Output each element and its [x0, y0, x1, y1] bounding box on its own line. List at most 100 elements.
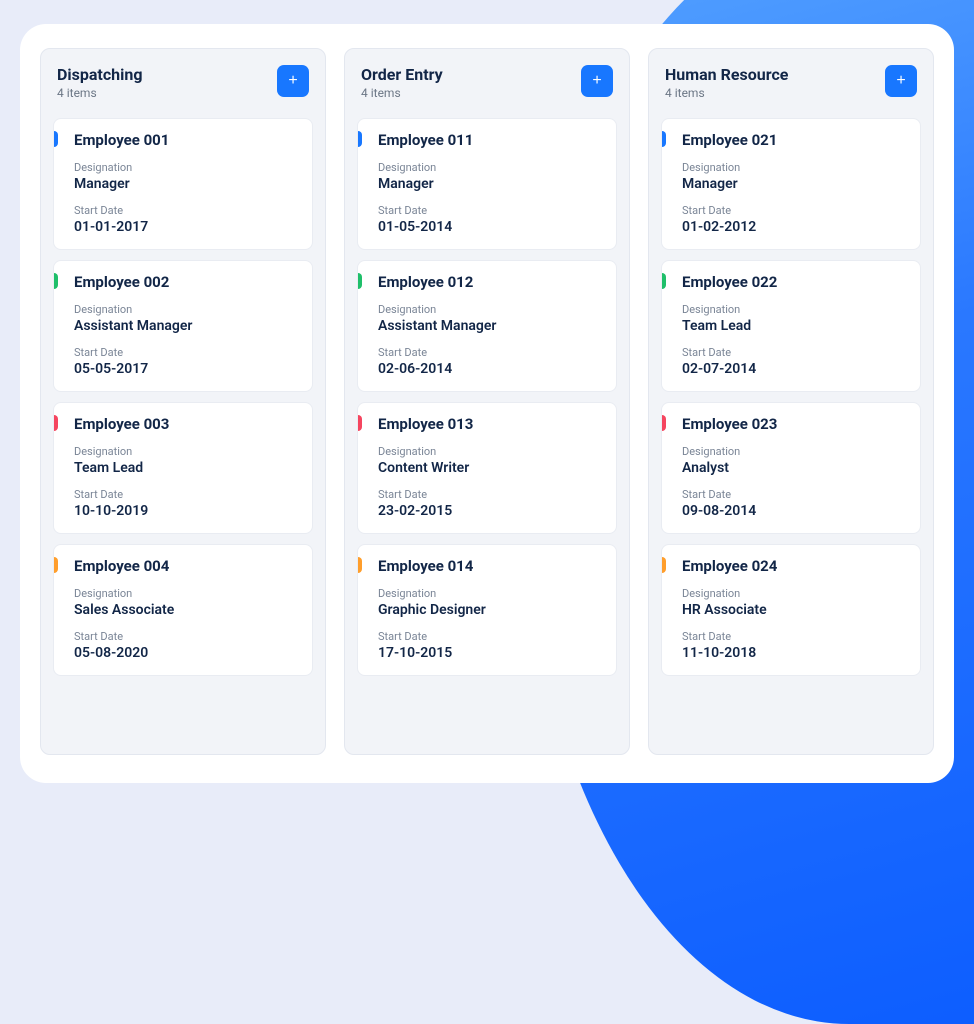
- start-date-value: 23-02-2015: [378, 503, 602, 519]
- employee-card[interactable]: Employee 022 Designation Team Lead Start Da…: [661, 260, 921, 392]
- employee-name: Employee 002: [74, 273, 298, 291]
- start-date-label: Start Date: [682, 630, 906, 643]
- start-date-value: 09-08-2014: [682, 503, 906, 519]
- employee-card[interactable]: Employee 012DesignationAssistant Manager…: [357, 260, 617, 392]
- employee-name: Employee 022: [682, 273, 906, 291]
- designation-value: Content Writer: [378, 460, 602, 476]
- add-card-button[interactable]: +: [277, 65, 309, 97]
- designation-value: Sales Associate: [74, 602, 298, 618]
- start-date-value: 05-05-2017: [74, 361, 298, 377]
- start-date-label: Start Date: [378, 630, 602, 643]
- designation-value: Manager: [74, 176, 298, 192]
- designation-value: Manager: [682, 176, 906, 192]
- designation-value: Graphic Designer: [378, 602, 602, 618]
- designation-label: Designation: [682, 303, 906, 316]
- employee-card[interactable]: Employee 011 Designation Manager Start Date…: [357, 118, 617, 250]
- designation-value: Assistant Manager: [74, 318, 298, 334]
- employee-card[interactable]: Employee 002 Designation Assistant Manager…: [53, 260, 313, 392]
- plus-icon: +: [896, 73, 905, 89]
- employee-card[interactable]: Employee 001 Designation Manager Start Date…: [53, 118, 313, 250]
- designation-label: Designation: [378, 161, 602, 174]
- board-container: Dispatching 4 items + Employee 001 Designati…: [20, 24, 954, 783]
- designation-value: Manager: [378, 176, 602, 192]
- designation-label: Designation: [74, 445, 298, 458]
- card-accent: [54, 273, 58, 289]
- designation-value: Assistant Manager: [378, 318, 602, 334]
- card-accent: [358, 273, 362, 289]
- column-title-wrap: Human Resource 4 items: [665, 65, 788, 100]
- card-accent: [662, 273, 666, 289]
- column-header: Dispatching 4 items +: [53, 63, 313, 100]
- start-date-label: Start Date: [74, 204, 298, 217]
- designation-value: Team Lead: [74, 460, 298, 476]
- card-accent: [358, 415, 362, 431]
- designation-label: Designation: [682, 445, 906, 458]
- designation-label: Designation: [682, 161, 906, 174]
- card-accent: [358, 557, 362, 573]
- card-accent: [662, 415, 666, 431]
- start-date-label: Start Date: [74, 488, 298, 501]
- designation-label: Designation: [682, 587, 906, 600]
- employee-name: Employee 001: [74, 131, 298, 149]
- start-date-label: Start Date: [378, 346, 602, 359]
- employee-card[interactable]: Employee 023 Designation Analyst Start Date…: [661, 402, 921, 534]
- employee-card[interactable]: Employee 021 Designation Manager Start Date…: [661, 118, 921, 250]
- start-date-label: Start Date: [378, 488, 602, 501]
- employee-card[interactable]: Employee 024 Designation HR Associate Start…: [661, 544, 921, 676]
- column: Dispatching 4 items + Employee 001 Designati…: [40, 48, 326, 755]
- column-title: Dispatching: [57, 65, 142, 84]
- designation-label: Designation: [74, 587, 298, 600]
- add-card-button[interactable]: +: [581, 65, 613, 97]
- column-count: 4 items: [665, 86, 788, 100]
- employee-card[interactable]: Employee 004 Designation Sales Associate St…: [53, 544, 313, 676]
- start-date-label: Start Date: [74, 630, 298, 643]
- card-accent: [54, 131, 58, 147]
- designation-label: Designation: [74, 161, 298, 174]
- employee-card[interactable]: Employee 003 Designation Team Lead Start Da…: [53, 402, 313, 534]
- column-title-wrap: Order Entry4 items: [361, 65, 443, 100]
- start-date-value: 10-10-2019: [74, 503, 298, 519]
- employee-name: Employee 021: [682, 131, 906, 149]
- designation-value: HR Associate: [682, 602, 906, 618]
- employee-name: Employee 014: [378, 557, 602, 575]
- employee-name: Employee 023: [682, 415, 906, 433]
- employee-name: Employee 004: [74, 557, 298, 575]
- employee-card[interactable]: Employee 013DesignationContent WriterSta…: [357, 402, 617, 534]
- start-date-value: 02-07-2014: [682, 361, 906, 377]
- employee-name: Employee 011: [378, 131, 602, 149]
- designation-label: Designation: [378, 587, 602, 600]
- employee-name: Employee 013: [378, 415, 602, 433]
- column-header: Human Resource 4 items +: [661, 63, 921, 100]
- start-date-value: 11-10-2018: [682, 645, 906, 661]
- start-date-value: 01-05-2014: [378, 219, 602, 235]
- employee-card[interactable]: Employee 014 Designation Graphic Designer S…: [357, 544, 617, 676]
- column: Order Entry4 items + Employee 011 Designati…: [344, 48, 630, 755]
- start-date-label: Start Date: [682, 204, 906, 217]
- start-date-value: 17-10-2015: [378, 645, 602, 661]
- start-date-label: Start Date: [682, 488, 906, 501]
- start-date-value: 01-02-2012: [682, 219, 906, 235]
- column-title: Human Resource: [665, 65, 788, 84]
- start-date-label: Start Date: [682, 346, 906, 359]
- start-date-value: 02-06-2014: [378, 361, 602, 377]
- column-header: Order Entry4 items +: [357, 63, 617, 100]
- card-accent: [662, 557, 666, 573]
- start-date-label: Start Date: [378, 204, 602, 217]
- designation-value: Team Lead: [682, 318, 906, 334]
- add-card-button[interactable]: +: [885, 65, 917, 97]
- card-accent: [54, 557, 58, 573]
- column-title: Order Entry: [361, 65, 443, 84]
- employee-name: Employee 003: [74, 415, 298, 433]
- designation-label: Designation: [74, 303, 298, 316]
- column: Human Resource 4 items + Employee 021 Design…: [648, 48, 934, 755]
- column-title-wrap: Dispatching 4 items: [57, 65, 142, 100]
- start-date-value: 01-01-2017: [74, 219, 298, 235]
- designation-label: Designation: [378, 303, 602, 316]
- column-count: 4 items: [57, 86, 142, 100]
- card-accent: [358, 131, 362, 147]
- designation-value: Analyst: [682, 460, 906, 476]
- employee-name: Employee 024: [682, 557, 906, 575]
- start-date-label: Start Date: [74, 346, 298, 359]
- plus-icon: +: [592, 73, 601, 89]
- card-accent: [662, 131, 666, 147]
